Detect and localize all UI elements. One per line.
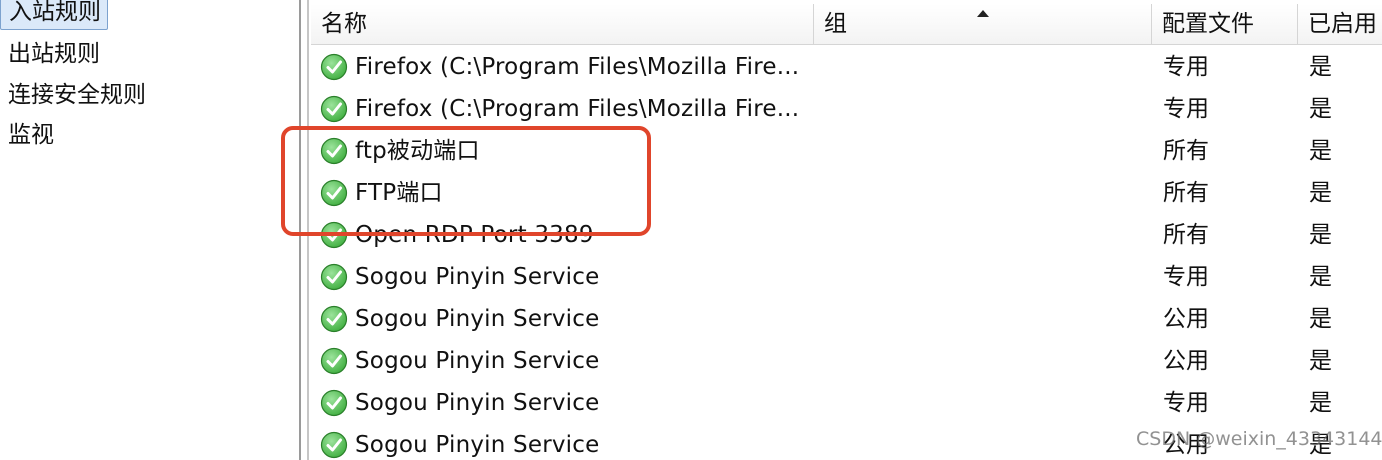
table-row[interactable]: Sogou Pinyin Service 专用 是 [311, 256, 1382, 298]
column-header-enabled[interactable]: 已启用 [1298, 4, 1382, 44]
rule-enabled: 是 [1309, 348, 1332, 374]
rule-name: Sogou Pinyin Service [355, 348, 600, 374]
green-check-icon [320, 221, 348, 249]
nav-item-connection-security-rules[interactable]: 连接安全规则 [0, 76, 152, 114]
green-check-icon [320, 53, 348, 81]
green-check-icon [320, 305, 348, 333]
column-header-label: 配置文件 [1162, 11, 1254, 37]
left-nav-tree: 入站规则 出站规则 连接安全规则 监视 [0, 0, 299, 460]
rule-name: Open RDP Port 3389 [355, 222, 594, 248]
green-check-icon [320, 95, 348, 123]
rules-list: 名称 组 配置文件 已启用 Firefox (C:\Program Files\… [311, 0, 1382, 460]
green-check-icon [320, 347, 348, 375]
green-check-icon [320, 137, 348, 165]
rules-rows: Firefox (C:\Program Files\Mozilla Fire..… [311, 46, 1382, 460]
rule-enabled: 是 [1309, 138, 1332, 164]
column-header-label: 名称 [321, 11, 367, 37]
rule-profile: 专用 [1163, 54, 1209, 80]
rule-name: FTP端口 [355, 180, 443, 206]
rule-profile: 专用 [1163, 390, 1209, 416]
nav-item-label: 入站规则 [9, 0, 101, 25]
table-row[interactable]: Firefox (C:\Program Files\Mozilla Fire..… [311, 46, 1382, 88]
nav-item-outbound-rules[interactable]: 出站规则 [0, 35, 106, 73]
rule-profile: 公用 [1163, 306, 1209, 332]
rule-name: Firefox (C:\Program Files\Mozilla Fire..… [355, 96, 800, 122]
nav-item-label: 连接安全规则 [8, 82, 146, 108]
rule-enabled: 是 [1309, 390, 1332, 416]
table-row[interactable]: Sogou Pinyin Service 公用 是 [311, 340, 1382, 382]
rule-profile: 专用 [1163, 264, 1209, 290]
table-row[interactable]: FTP端口 所有 是 [311, 172, 1382, 214]
table-row[interactable]: Sogou Pinyin Service 公用 是 [311, 298, 1382, 340]
nav-item-label: 出站规则 [8, 41, 100, 67]
green-check-icon [320, 179, 348, 207]
column-header-row: 名称 组 配置文件 已启用 [311, 4, 1382, 45]
pane-splitter[interactable] [299, 0, 309, 460]
nav-item-label: 监视 [8, 122, 54, 148]
column-header-profile[interactable]: 配置文件 [1152, 4, 1298, 44]
rule-enabled: 是 [1309, 306, 1332, 332]
rule-profile: 所有 [1163, 138, 1209, 164]
table-row[interactable]: Sogou Pinyin Service 专用 是 [311, 382, 1382, 424]
table-row[interactable]: Firefox (C:\Program Files\Mozilla Fire..… [311, 88, 1382, 130]
green-check-icon [320, 389, 348, 417]
rule-enabled: 是 [1309, 222, 1332, 248]
rule-name: Sogou Pinyin Service [355, 264, 600, 290]
rule-profile: 所有 [1163, 180, 1209, 206]
rule-name: Sogou Pinyin Service [355, 432, 600, 458]
rule-profile: 专用 [1163, 96, 1209, 122]
rule-enabled: 是 [1309, 180, 1332, 206]
rule-enabled: 是 [1309, 264, 1332, 290]
nav-item-monitoring[interactable]: 监视 [0, 116, 60, 154]
column-header-label: 组 [824, 11, 847, 37]
green-check-icon [320, 431, 348, 459]
rule-profile: 公用 [1163, 348, 1209, 374]
rule-name: Sogou Pinyin Service [355, 390, 600, 416]
column-header-name[interactable]: 名称 [311, 4, 814, 44]
sort-ascending-icon [977, 10, 989, 17]
green-check-icon [320, 263, 348, 291]
watermark: CSDN @weixin_43343144 [1136, 428, 1382, 450]
rule-profile: 所有 [1163, 222, 1209, 248]
rule-name: Sogou Pinyin Service [355, 306, 600, 332]
rule-enabled: 是 [1309, 54, 1332, 80]
table-row[interactable]: ftp被动端口 所有 是 [311, 130, 1382, 172]
column-header-label: 已启用 [1308, 11, 1377, 37]
table-row[interactable]: Open RDP Port 3389 所有 是 [311, 214, 1382, 256]
rule-name: Firefox (C:\Program Files\Mozilla Fire..… [355, 54, 800, 80]
rule-name: ftp被动端口 [355, 138, 480, 164]
nav-item-inbound-rules[interactable]: 入站规则 [0, 0, 108, 30]
rule-enabled: 是 [1309, 96, 1332, 122]
